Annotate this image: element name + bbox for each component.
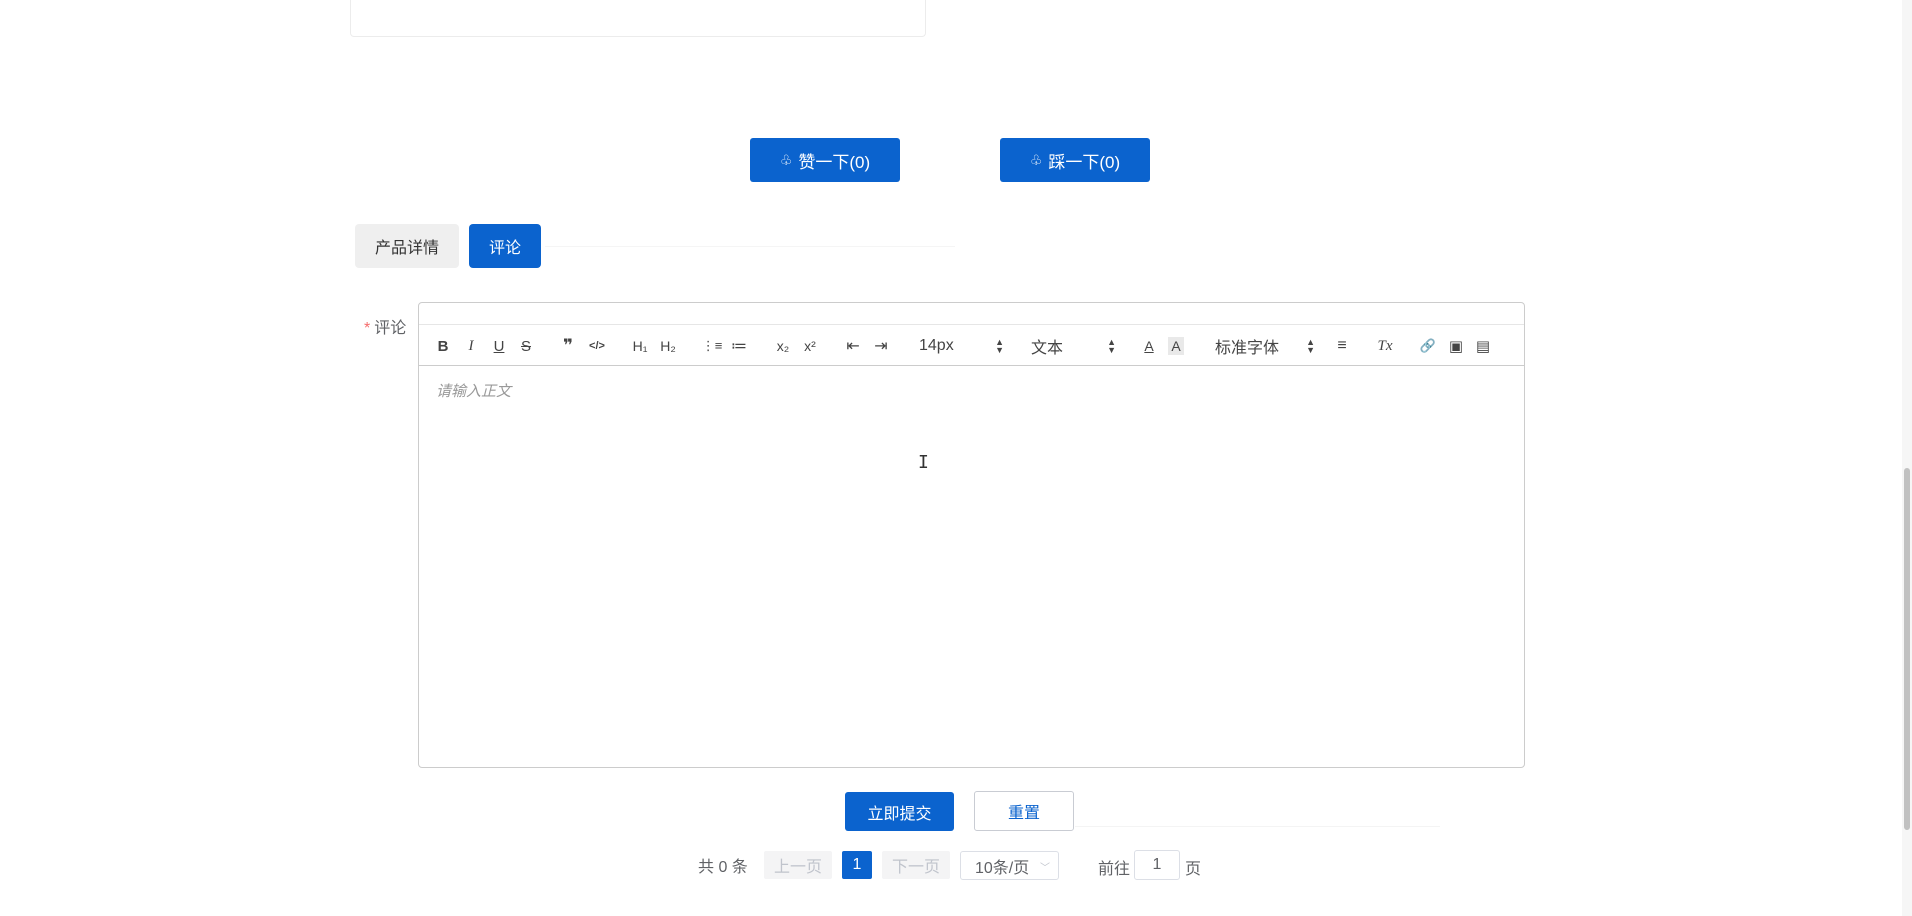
page-size-select[interactable]: 10条/页 ﹀ xyxy=(960,851,1059,880)
select-arrows-icon: ▲ ▼ xyxy=(1107,337,1116,355)
header-value: 文本 xyxy=(1031,340,1064,357)
heading1-button[interactable]: H₁ xyxy=(629,333,651,359)
goto-label: 前往 xyxy=(1098,861,1131,878)
product-image-box xyxy=(350,0,926,37)
blockquote-button[interactable]: ❞ xyxy=(560,333,576,359)
bullet-list-button[interactable]: ≔ xyxy=(729,333,749,359)
font-family-value: 标准字体 xyxy=(1215,340,1280,357)
tab-comments[interactable]: 评论 xyxy=(469,224,541,268)
select-arrows-icon: ▲ ▼ xyxy=(1306,337,1315,355)
tab-product-details[interactable]: 产品详情 xyxy=(355,224,459,268)
underline-button[interactable]: U xyxy=(491,333,507,359)
chevron-down-icon: ﹀ xyxy=(1040,863,1050,874)
scrollbar-thumb[interactable] xyxy=(1904,468,1910,830)
dislike-button[interactable]: ♧ 踩一下(0) xyxy=(1000,138,1150,182)
ordered-list-button[interactable]: ⋮≡ xyxy=(702,333,723,359)
goto-page-input[interactable]: 1 xyxy=(1134,850,1180,880)
select-arrows-icon: ▲ ▼ xyxy=(995,337,1004,355)
bold-button[interactable]: B xyxy=(435,333,451,359)
header-select[interactable]: 文本 ▲ ▼ xyxy=(1031,333,1116,359)
editor-placeholder[interactable]: 请输入正文 xyxy=(436,380,511,401)
prev-page-button[interactable]: 上一页 xyxy=(764,851,832,879)
submit-button[interactable]: 立即提交 xyxy=(845,792,954,831)
rich-text-editor xyxy=(418,302,1525,768)
video-button[interactable]: ▤ xyxy=(1474,333,1492,359)
dislike-button-label: 踩一下(0) xyxy=(1048,152,1121,172)
clear-format-button[interactable]: Tx xyxy=(1375,333,1395,359)
code-block-button[interactable]: </> xyxy=(587,333,607,359)
required-mark: * xyxy=(364,320,371,337)
goto-suffix: 页 xyxy=(1185,861,1202,878)
comment-field-label: * 评论 xyxy=(364,314,406,338)
comment-label-text: 评论 xyxy=(374,320,407,337)
image-button[interactable]: ▣ xyxy=(1447,333,1465,359)
editor-toolbar: B I U S ❞ </> H₁ H₂ ⋮≡ ≔ x₂ x² ⇤ ⇥ 14px … xyxy=(419,326,1524,366)
subscript-button[interactable]: x₂ xyxy=(773,333,793,359)
text-cursor-icon: I xyxy=(918,452,929,473)
like-button-label: 赞一下(0) xyxy=(798,152,871,172)
indent-button[interactable]: ⇥ xyxy=(871,333,891,359)
background-color-button[interactable]: A xyxy=(1168,337,1184,355)
next-page-button[interactable]: 下一页 xyxy=(882,851,950,879)
divider xyxy=(1075,826,1440,827)
text-color-button[interactable]: A xyxy=(1141,333,1157,359)
reset-button[interactable]: 重置 xyxy=(974,791,1074,831)
page-size-value: 10条/页 xyxy=(975,859,1030,877)
superscript-button[interactable]: x² xyxy=(800,333,820,359)
thumbs-down-icon: ♧ xyxy=(1029,152,1043,168)
editor-header-strip xyxy=(419,303,1524,325)
link-button[interactable]: 🔗 xyxy=(1419,333,1437,359)
font-size-select[interactable]: 14px ▲ ▼ xyxy=(919,333,1004,359)
heading2-button[interactable]: H₂ xyxy=(657,333,679,359)
tab-divider xyxy=(545,246,955,247)
page-number-1[interactable]: 1 xyxy=(842,851,872,879)
strike-button[interactable]: S xyxy=(518,333,534,359)
like-button[interactable]: ♧ 赞一下(0) xyxy=(750,138,900,182)
pagination-total: 共 0 条 xyxy=(698,859,748,876)
thumbs-up-icon: ♧ xyxy=(779,152,793,168)
outdent-button[interactable]: ⇤ xyxy=(843,333,863,359)
italic-button[interactable]: I xyxy=(463,333,479,359)
font-size-value: 14px xyxy=(919,337,954,354)
font-family-select[interactable]: 标准字体 ▲ ▼ xyxy=(1215,333,1315,359)
align-button[interactable]: ≡ xyxy=(1333,333,1351,359)
